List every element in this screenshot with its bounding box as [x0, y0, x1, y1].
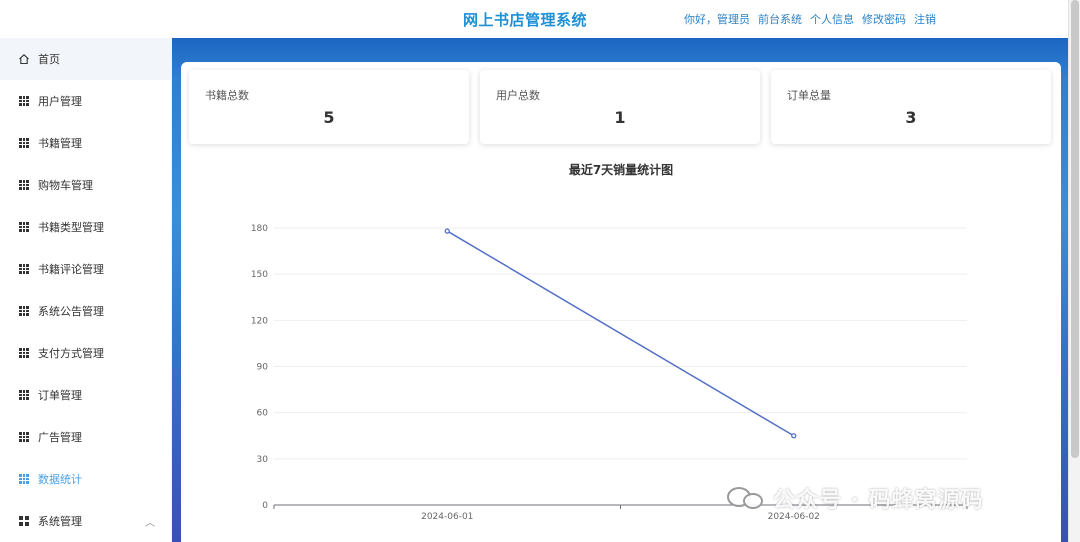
grid-icon [18, 221, 30, 233]
y-tick-label: 30 [257, 455, 269, 465]
series-line [446, 230, 795, 437]
wechat-icon [727, 485, 765, 511]
app-root: 网上书店管理系统 你好，管理员 前台系统 个人信息 修改密码 注销 首页 用户管… [0, 0, 1080, 542]
stat-label: 用户总数 [496, 89, 540, 102]
y-tick-label: 120 [251, 316, 268, 326]
sidebar-item-label: 用户管理 [38, 95, 82, 108]
user-greeting: 你好，管理员 [684, 13, 750, 26]
logout-link[interactable]: 注销 [914, 11, 936, 27]
y-tick-label: 90 [257, 363, 269, 373]
chevron-up-icon[interactable]: ︿ [145, 514, 155, 529]
data-point [791, 433, 797, 439]
sidebar-item[interactable]: 广告管理 [0, 416, 171, 458]
sidebar: 首页 用户管理书籍管理购物车管理书籍类型管理 书籍评论管理 系统公告管理 支付方式管理… [0, 38, 172, 542]
y-tick-label: 0 [262, 501, 268, 511]
sidebar-item-label: 支付方式管理 [38, 347, 104, 360]
stat-label: 订单总量 [787, 89, 831, 102]
sidebar-item-label: 系统管理 [38, 515, 82, 528]
sidebar-item[interactable]: 数据统计 [0, 458, 171, 500]
grid-icon [18, 347, 30, 359]
watermark-text: 公众号 · 码蜂窝源码 [773, 488, 984, 513]
sidebar-item-label: 书籍管理 [38, 137, 82, 150]
sidebar-item-label: 广告管理 [38, 431, 82, 444]
dashboard-panel: 书籍总数 5 用户总数 1 订单总量 3 最近7天销量统计图 0 30 60 90 12… [181, 62, 1061, 542]
grid-icon [18, 179, 30, 191]
profile-link[interactable]: 个人信息 [810, 11, 854, 27]
stat-card-users: 用户总数 1 [480, 70, 760, 144]
home-icon [18, 53, 30, 65]
sidebar-item-home[interactable]: 首页 [0, 38, 171, 80]
sidebar-item-label: 订单管理 [38, 389, 82, 402]
sidebar-item[interactable]: 书籍类型管理 [0, 206, 171, 248]
watermark: 公众号 · 码蜂窝源码 [727, 482, 984, 514]
stat-value: 5 [323, 108, 335, 127]
grid-icon [18, 305, 30, 317]
grid-icon [18, 473, 30, 485]
sidebar-item[interactable]: 用户管理 [0, 80, 171, 122]
sidebar-item[interactable]: 书籍管理 [0, 122, 171, 164]
y-tick-label: 180 [251, 224, 268, 234]
chart-title: 最近7天销量统计图 [568, 163, 674, 177]
main-content: 书籍总数 5 用户总数 1 订单总量 3 最近7天销量统计图 0 30 60 90 12… [172, 38, 1068, 542]
x-tick-label: 2024-06-01 [421, 512, 473, 522]
y-tick-label: 60 [257, 409, 269, 419]
grid-icon [18, 95, 30, 107]
stat-card-books: 书籍总数 5 [189, 70, 469, 144]
grid-icon [18, 389, 30, 401]
scrollbar[interactable] [1068, 0, 1080, 542]
grid-icon [18, 263, 30, 275]
sidebar-item-label: 购物车管理 [38, 179, 93, 192]
sidebar-item[interactable]: 书籍评论管理 [0, 248, 171, 290]
stat-label: 书籍总数 [205, 89, 249, 102]
stat-value: 3 [905, 108, 917, 127]
sidebar-item[interactable]: 系统管理 ︿ [0, 500, 171, 542]
stat-value: 1 [614, 108, 626, 127]
grid-icon [18, 137, 30, 149]
sidebar-item[interactable]: 系统公告管理 [0, 290, 171, 332]
sidebar-item[interactable]: 支付方式管理 [0, 332, 171, 374]
stat-card-orders: 订单总量 3 [771, 70, 1051, 144]
site-title: 网上书店管理系统 [463, 11, 588, 29]
sidebar-item-label: 书籍类型管理 [38, 221, 104, 234]
sidebar-item[interactable]: 订单管理 [0, 374, 171, 416]
apps-icon [18, 515, 30, 527]
top-nav: 你好，管理员 前台系统 个人信息 修改密码 注销 [684, 11, 936, 27]
scrollbar-thumb[interactable] [1071, 0, 1079, 458]
frontend-link[interactable]: 前台系统 [758, 11, 802, 27]
sidebar-item-label: 首页 [38, 53, 60, 66]
y-tick-label: 150 [251, 270, 268, 280]
sidebar-item-label: 数据统计 [38, 473, 82, 486]
grid-icon [18, 431, 30, 443]
data-point [444, 228, 450, 234]
change-password-link[interactable]: 修改密码 [862, 11, 906, 27]
sidebar-item[interactable]: 购物车管理 [0, 164, 171, 206]
top-header: 网上书店管理系统 你好，管理员 前台系统 个人信息 修改密码 注销 [0, 0, 1068, 38]
sidebar-item-label: 系统公告管理 [38, 305, 104, 318]
sidebar-item-label: 书籍评论管理 [38, 263, 104, 276]
